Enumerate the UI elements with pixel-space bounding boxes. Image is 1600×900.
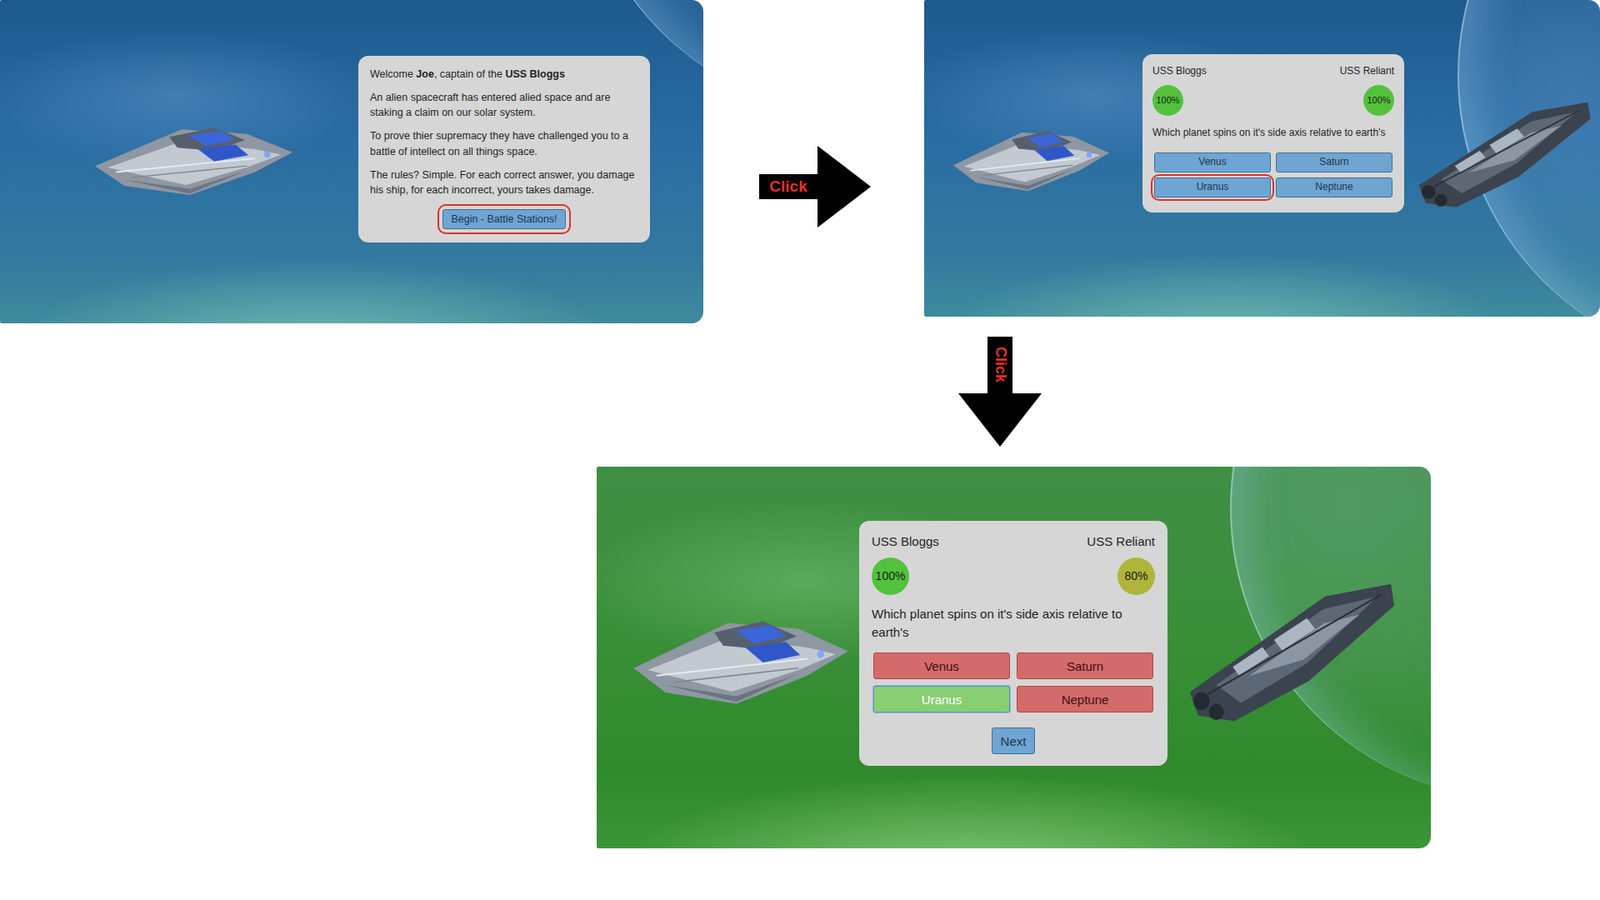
click-highlight: Uranus [1152, 175, 1273, 200]
click-highlight: Venus [1152, 150, 1273, 175]
ship-name: USS Bloggs [871, 532, 940, 551]
game-screen: Welcome Joe, captain of the USS Bloggs An… [0, 0, 704, 324]
enemy-ship-icon [1413, 96, 1594, 215]
intro-paragraph: An alien spacecraft has entered alied sp… [370, 90, 639, 120]
answer-button[interactable]: Saturn [1016, 652, 1154, 680]
answer-button[interactable]: Neptune [1275, 177, 1393, 198]
answer-button[interactable]: Venus [873, 652, 1010, 680]
health-row: 100% 100% [1152, 85, 1395, 116]
answer-button[interactable]: Saturn [1275, 152, 1393, 173]
flow-arrow: Click [759, 145, 871, 228]
click-highlight: Begin - Battle Stations! [439, 205, 569, 233]
dialog-box: USS Bloggs USS Reliant 100% 80% Which planet… [859, 520, 1168, 766]
health-circle: 100% [871, 557, 910, 595]
intro-paragraph: The rules? Simple. For each correct answ… [370, 167, 639, 198]
welcome-part: Welcome [370, 68, 416, 80]
click-highlight: Venus [871, 650, 1012, 681]
player-ship-icon [950, 117, 1112, 200]
health-value: 100% [875, 567, 906, 585]
ship-name: USS Reliant [1340, 64, 1395, 79]
arrow-head-icon [958, 393, 1042, 447]
game-screen: USS Bloggs USS Reliant 100% 80% Which planet… [596, 466, 1431, 849]
intro-paragraph: To prove thier supremacy they have chall… [370, 128, 639, 159]
health-value: 100% [1366, 94, 1390, 108]
click-highlight: Saturn [1015, 650, 1155, 681]
welcome-part: , captain of the [434, 68, 505, 80]
answer-button[interactable]: Neptune [1016, 685, 1154, 713]
health-circle: 80% [1117, 557, 1155, 595]
health-value: 100% [1155, 94, 1180, 108]
arrow-label: Click [759, 174, 818, 200]
dialog-box: Welcome Joe, captain of the USS Bloggs An… [358, 55, 650, 243]
ship-names: USS Bloggs USS Reliant [871, 532, 1155, 551]
answer-grid: VenusSaturnUranusNeptune [1152, 150, 1395, 200]
player-ship-icon [630, 602, 852, 715]
arrow-label: Click [987, 336, 1013, 394]
health-circle: 100% [1363, 85, 1395, 116]
answer-button[interactable]: Uranus [1154, 177, 1271, 198]
welcome-part: USS Bloggs [505, 68, 565, 80]
health-circle: 100% [1152, 85, 1184, 116]
health-value: 80% [1124, 567, 1148, 585]
ship-names: USS Bloggs USS Reliant [1152, 64, 1395, 79]
dialog-box: USS Bloggs USS Reliant 100% 100% Which plane… [1142, 54, 1405, 213]
question-text: Which planet spins on it's side axis rel… [1152, 125, 1395, 140]
storyboard: Welcome Joe, captain of the USS Bloggs An… [0, 0, 1600, 900]
next-row: Next [871, 727, 1155, 755]
click-highlight: Uranus [871, 684, 1012, 715]
click-highlight: Saturn [1274, 150, 1395, 175]
click-highlight: Neptune [1274, 175, 1395, 200]
arrow-head-icon [817, 145, 871, 228]
answer-button[interactable]: Venus [1154, 152, 1271, 173]
welcome-text: Welcome Joe, captain of the USS Bloggs [370, 66, 639, 82]
ship-name: USS Bloggs [1152, 64, 1207, 79]
game-screen: USS Bloggs USS Reliant 100% 100% Which plane… [924, 0, 1600, 317]
ship-name: USS Reliant [1086, 532, 1155, 551]
question-text: Which planet spins on it's side axis rel… [871, 605, 1155, 642]
player-ship-icon [91, 112, 296, 205]
next-button[interactable]: Next [991, 727, 1036, 755]
button-row: Begin - Battle Stations! [370, 205, 639, 233]
answer-grid: VenusSaturnUranusNeptune [871, 650, 1155, 715]
health-row: 100% 80% [871, 557, 1155, 595]
begin-button[interactable]: Begin - Battle Stations! [442, 209, 565, 230]
enemy-ship-icon [1183, 576, 1398, 730]
welcome-part: Joe [415, 68, 435, 80]
flow-arrow: Click [958, 336, 1042, 447]
click-highlight: Neptune [1015, 684, 1155, 715]
answer-button[interactable]: Uranus [873, 685, 1010, 713]
